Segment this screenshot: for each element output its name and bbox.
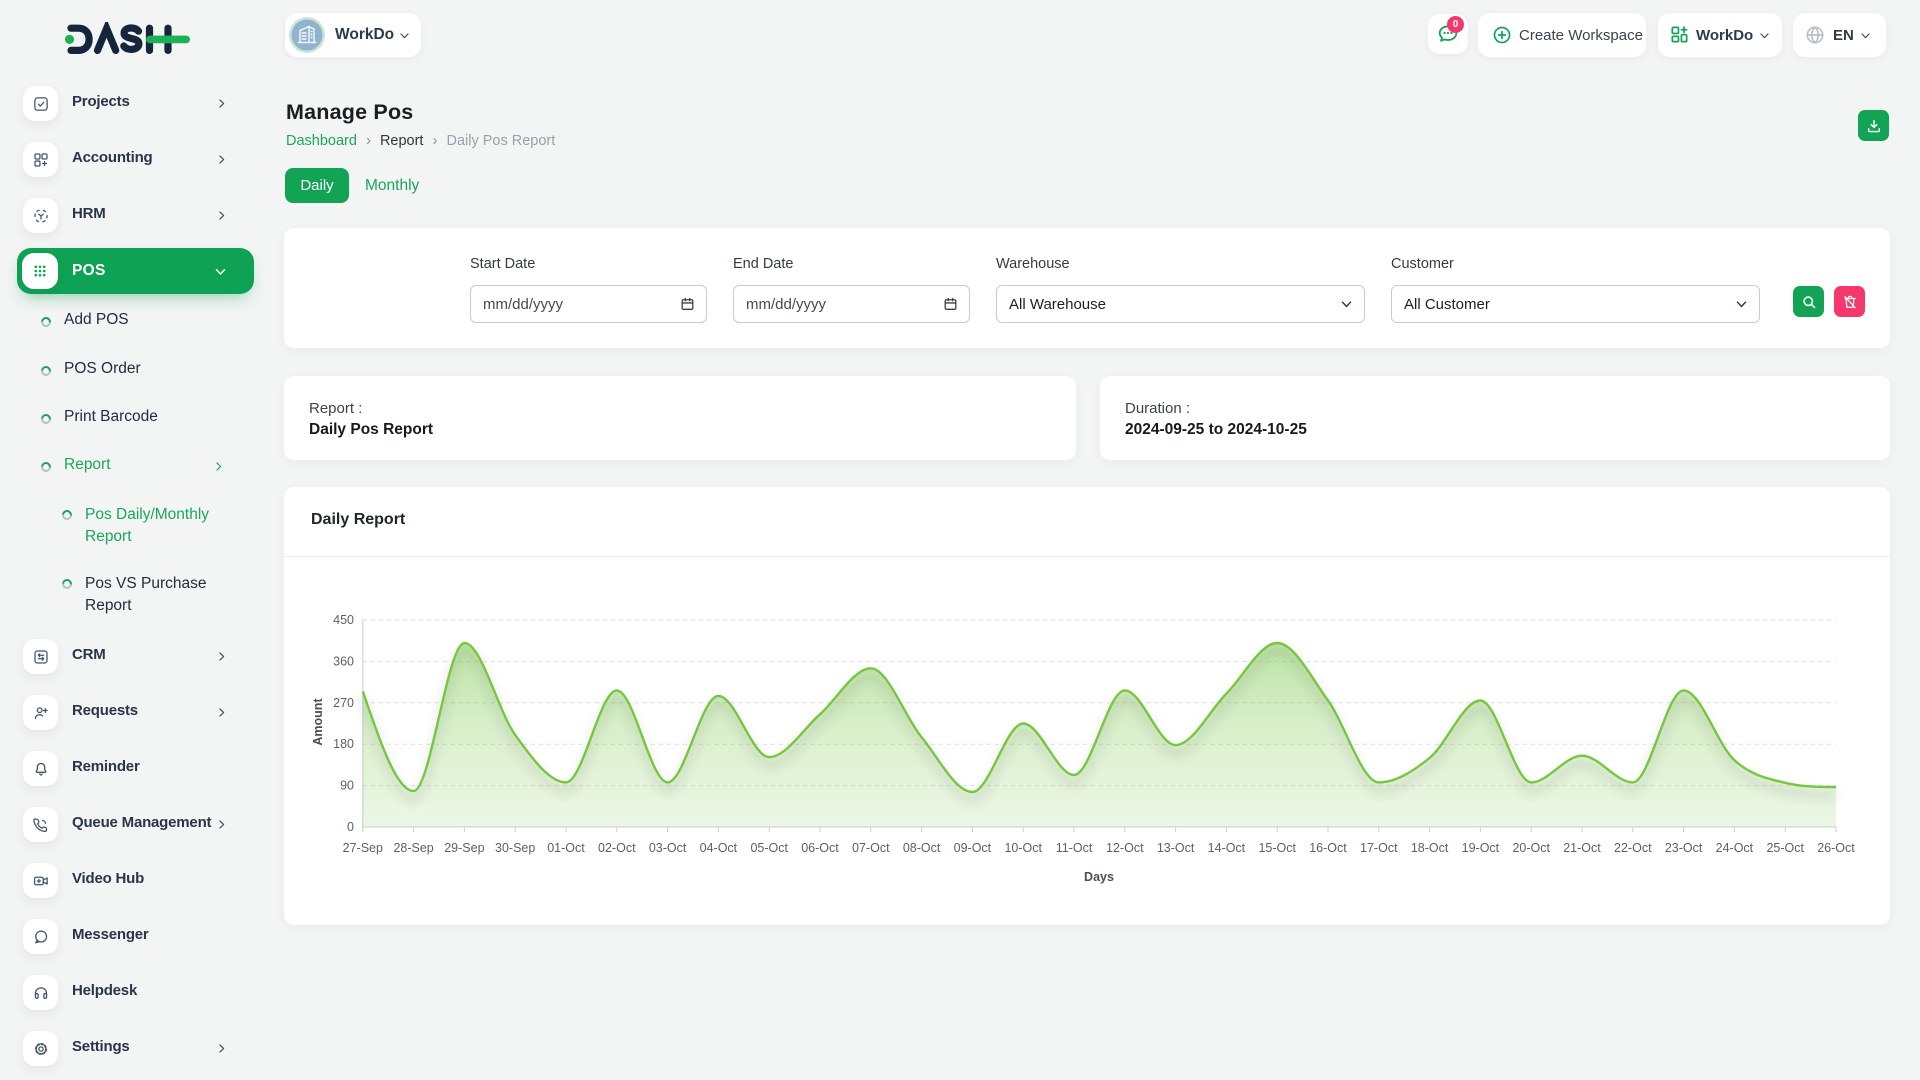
svg-text:13-Oct: 13-Oct xyxy=(1157,841,1195,855)
svg-text:02-Oct: 02-Oct xyxy=(598,841,636,855)
svg-text:09-Oct: 09-Oct xyxy=(954,841,992,855)
svg-text:20-Oct: 20-Oct xyxy=(1512,841,1550,855)
svg-text:18-Oct: 18-Oct xyxy=(1411,841,1449,855)
svg-text:90: 90 xyxy=(340,779,354,793)
svg-text:15-Oct: 15-Oct xyxy=(1258,841,1296,855)
svg-text:29-Sep: 29-Sep xyxy=(444,841,484,855)
svg-text:27-Sep: 27-Sep xyxy=(343,841,383,855)
svg-text:23-Oct: 23-Oct xyxy=(1665,841,1703,855)
svg-text:450: 450 xyxy=(333,613,354,627)
svg-text:06-Oct: 06-Oct xyxy=(801,841,839,855)
svg-text:24-Oct: 24-Oct xyxy=(1716,841,1754,855)
svg-text:0: 0 xyxy=(347,820,354,834)
svg-text:28-Sep: 28-Sep xyxy=(393,841,433,855)
svg-text:25-Oct: 25-Oct xyxy=(1766,841,1804,855)
svg-text:07-Oct: 07-Oct xyxy=(852,841,890,855)
svg-text:16-Oct: 16-Oct xyxy=(1309,841,1347,855)
svg-text:11-Oct: 11-Oct xyxy=(1056,841,1093,855)
svg-text:360: 360 xyxy=(333,654,354,668)
svg-text:26-Oct: 26-Oct xyxy=(1817,841,1855,855)
svg-text:12-Oct: 12-Oct xyxy=(1106,841,1144,855)
svg-text:22-Oct: 22-Oct xyxy=(1614,841,1652,855)
svg-text:01-Oct: 01-Oct xyxy=(547,841,585,855)
svg-text:30-Sep: 30-Sep xyxy=(495,841,535,855)
svg-text:03-Oct: 03-Oct xyxy=(649,841,687,855)
svg-text:05-Oct: 05-Oct xyxy=(750,841,788,855)
svg-text:17-Oct: 17-Oct xyxy=(1360,841,1398,855)
svg-text:04-Oct: 04-Oct xyxy=(700,841,738,855)
svg-text:08-Oct: 08-Oct xyxy=(903,841,941,855)
svg-text:180: 180 xyxy=(333,737,354,751)
svg-text:270: 270 xyxy=(333,696,354,710)
svg-text:10-Oct: 10-Oct xyxy=(1004,841,1042,855)
svg-text:21-Oct: 21-Oct xyxy=(1563,841,1601,855)
svg-text:Days: Days xyxy=(1084,870,1114,884)
svg-text:14-Oct: 14-Oct xyxy=(1208,841,1246,855)
svg-text:Amount: Amount xyxy=(311,698,325,746)
svg-text:19-Oct: 19-Oct xyxy=(1462,841,1500,855)
